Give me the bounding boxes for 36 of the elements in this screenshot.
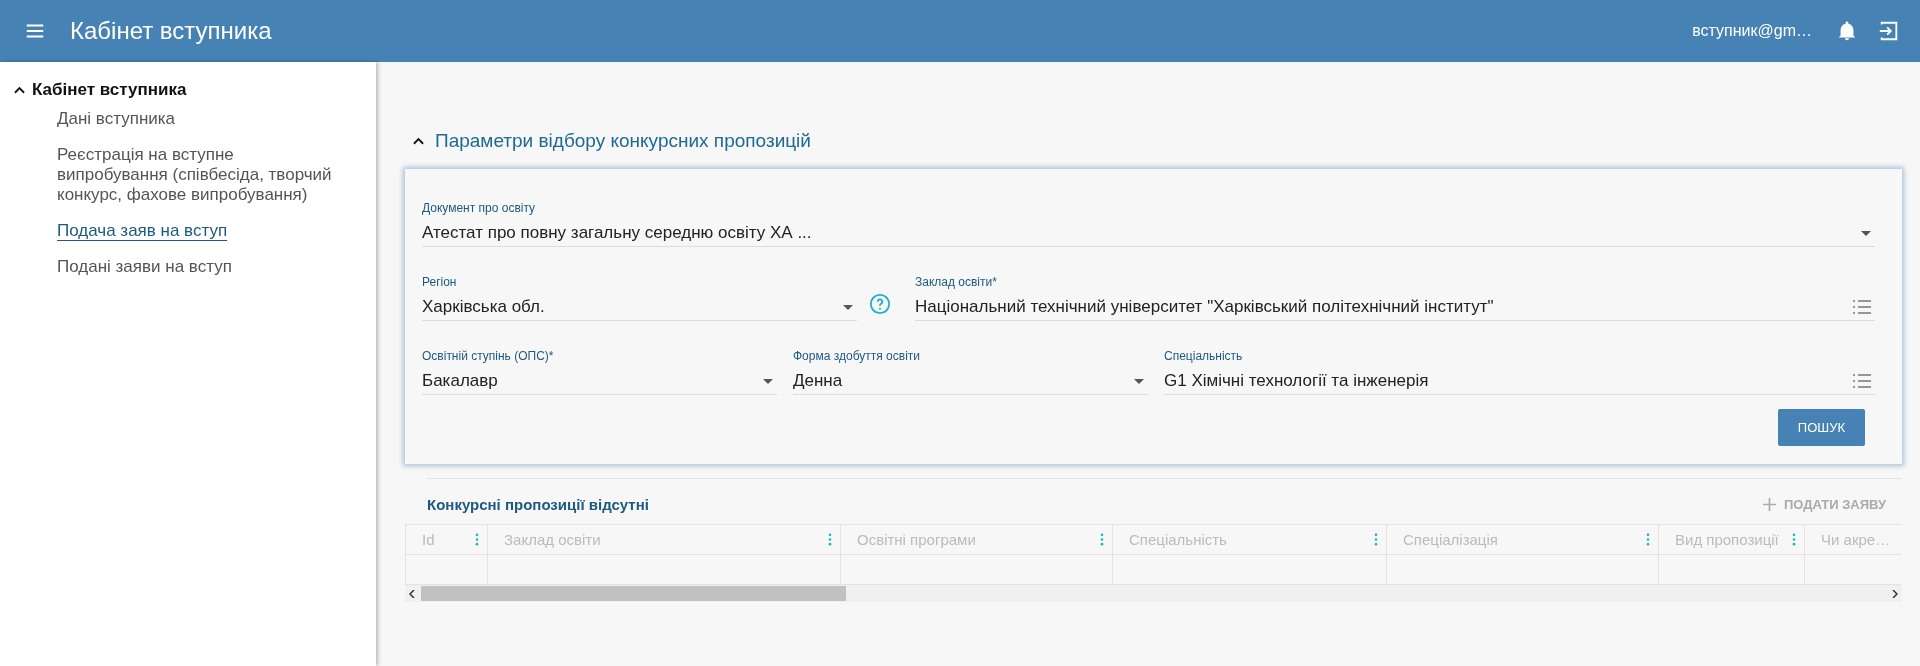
select-field[interactable]: Спеціальність G1 Хімічні технології та інженерія — [1164, 349, 1875, 395]
sidebar-group-header[interactable]: Кабінет вступника — [14, 80, 376, 100]
logout-icon[interactable] — [1878, 20, 1900, 42]
chevron-icon — [14, 86, 25, 94]
kebab-icon[interactable] — [1646, 533, 1650, 546]
app-title: Кабінет вступника — [70, 17, 272, 45]
results-title: Конкурсні пропозиції відсутні — [427, 496, 649, 513]
select-field[interactable]: Освітній ступінь (ОПС)* Бакалавр — [422, 349, 777, 395]
chevron-icon — [413, 137, 424, 145]
horizontal-scrollbar[interactable] — [405, 585, 1902, 602]
kebab-icon[interactable] — [1100, 533, 1104, 546]
kebab-icon[interactable] — [1374, 533, 1378, 546]
list-icon — [1853, 300, 1871, 314]
kebab-icon[interactable] — [828, 533, 832, 546]
plus-icon — [1762, 498, 1776, 511]
dropdown-icon — [763, 378, 773, 384]
search-button[interactable]: ПОШУК — [1777, 409, 1865, 446]
sidebar-link[interactable]: Дані вступника — [57, 109, 347, 129]
scroll-left-icon[interactable] — [409, 589, 415, 598]
select-field[interactable]: Документ про освіту Атестат про повну загальну середню освіту ХА ... — [422, 201, 1875, 247]
select-field[interactable]: Форма здобуття освіти Денна — [793, 349, 1148, 395]
kebab-icon[interactable] — [1792, 533, 1796, 546]
sidebar-link[interactable]: Подані заяви на вступ — [57, 257, 347, 277]
sidebar-link[interactable]: Реєстрація на вступне випробування (співбесіда, творчий конкурс, фахове випробування) — [57, 145, 347, 205]
select-field[interactable]: Заклад освіти* Національний технічний університет "Харківський політехнічний інститут" — [915, 275, 1875, 321]
dropdown-icon — [1134, 378, 1144, 384]
help-icon[interactable] — [869, 293, 891, 315]
list-icon — [1853, 374, 1871, 388]
kebab-icon[interactable] — [475, 533, 479, 546]
sidebar-link[interactable]: Подача заяв на вступ — [57, 221, 347, 241]
user-email[interactable]: вступник@gm… — [1692, 22, 1812, 40]
scroll-right-icon[interactable] — [1892, 589, 1898, 598]
dropdown-icon — [1861, 230, 1871, 236]
dropdown-icon — [843, 304, 853, 310]
section-toggle[interactable]: Параметри відбору конкурсних пропозицій — [413, 130, 1902, 152]
select-field[interactable]: Регіон Харківська обл. — [422, 275, 857, 321]
